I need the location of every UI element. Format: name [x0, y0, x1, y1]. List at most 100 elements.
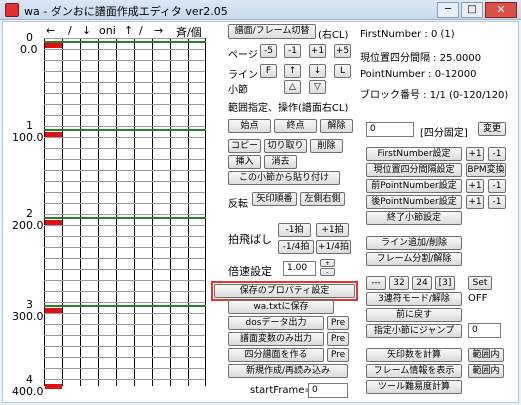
division-3-button[interactable]: [3] [435, 276, 455, 290]
page-label: ページ [228, 50, 258, 61]
line-down-button[interactable]: ↓ [309, 64, 326, 78]
jump-bar-input[interactable]: 0 [468, 323, 501, 338]
line-first-button[interactable]: F [260, 64, 277, 78]
highlight-box [211, 281, 358, 301]
quarter-preview-button[interactable]: Pre [327, 348, 349, 362]
cursor-marker [45, 308, 62, 313]
speed-spin-down-button[interactable]: - [320, 268, 335, 276]
measure-position: 300.0 [12, 310, 44, 323]
minimize-button[interactable]: ─ [437, 2, 459, 18]
next-point-set-button[interactable]: 後PointNumber設定 [366, 195, 462, 209]
copy-button[interactable]: コピー [228, 139, 261, 153]
frame-info-button[interactable]: フレーム情報を表示 [366, 364, 462, 378]
range-count-button[interactable]: 範囲内 [468, 348, 504, 362]
insert-button[interactable]: 挿入 [228, 155, 261, 169]
speed-label: 倍速設定 [228, 265, 272, 278]
lane-sep: / [68, 24, 72, 37]
chart-grid[interactable] [44, 38, 206, 389]
interval-info: 現位置四分間隔 : 25.0000 [360, 53, 482, 64]
first-number-minus1-button[interactable]: -1 [488, 147, 506, 161]
measure-line [44, 41, 206, 43]
line-up-button[interactable]: ↑ [284, 64, 301, 78]
lane-down-arrow: ↓ [82, 24, 92, 37]
page-minus1-button[interactable]: -1 [284, 44, 301, 58]
cursor-marker [45, 220, 62, 225]
frame-split-button[interactable]: フレーム分割/解除 [366, 252, 462, 266]
delete-button[interactable]: 削除 [310, 139, 343, 153]
first-number-info: FirstNumber : 0 (1) [360, 29, 455, 40]
clear-range-button[interactable]: 解除 [320, 119, 353, 133]
window-title: wa - ダンおに譜面作成エディタ ver2.05 [24, 5, 228, 18]
paste-from-bar-button[interactable]: この小節から貼り付け [228, 171, 340, 185]
bar-prev-button[interactable]: △ [284, 80, 301, 94]
line-add-delete-button[interactable]: ライン追加/削除 [366, 236, 462, 250]
cursor-marker [45, 384, 62, 389]
prev-point-plus1-button[interactable]: +1 [466, 179, 484, 193]
jump-to-bar-button[interactable]: 指定小節にジャンプ [366, 324, 462, 338]
range-frame-button[interactable]: 範囲内 [468, 364, 504, 378]
measure-line [44, 217, 206, 219]
measure-position: 0.0 [20, 43, 38, 56]
next-point-plus1-button[interactable]: +1 [466, 195, 484, 209]
prev-point-set-button[interactable]: 前PointNumber設定 [366, 179, 462, 193]
minus-quarter-beat-button[interactable]: -1/4拍 [278, 240, 314, 254]
minus-1-beat-button[interactable]: -1拍 [278, 223, 311, 237]
app-icon [5, 3, 19, 17]
difficulty-calc-button[interactable]: ツール難易度計算 [366, 380, 462, 394]
vars-output-button[interactable]: 譜面変数のみ出力 [228, 332, 324, 346]
end-point-button[interactable]: 終点 [274, 119, 317, 133]
line-last-button[interactable]: L [334, 64, 351, 78]
division-set-button[interactable]: Set [468, 276, 492, 290]
end-bar-set-button[interactable]: 終了小節設定 [366, 211, 462, 225]
division-32-button[interactable]: 32 [389, 276, 409, 290]
bpm-convert-button[interactable]: BPM変換 [466, 163, 506, 177]
triplet-status: OFF [468, 293, 488, 304]
value-input[interactable]: 0 [366, 122, 414, 137]
measure-line [44, 129, 206, 131]
range-label: 範囲指定、操作(譜面右CL) [228, 103, 349, 114]
lane-header: ← / ↓ oni ↑ / → 斉/個 [44, 24, 212, 39]
block-info: ブロック番号 : 1/1 (0-120/120) [360, 90, 509, 101]
page-plus5-button[interactable]: +5 [334, 44, 351, 58]
page-minus5-button[interactable]: -5 [260, 44, 277, 58]
next-point-minus1-button[interactable]: -1 [488, 195, 506, 209]
interval-set-button[interactable]: 現位置四分間隔設定 [366, 163, 462, 177]
point-number-info: PointNumber : 0-12000 [360, 69, 477, 80]
first-number-plus1-button[interactable]: +1 [466, 147, 484, 161]
count-arrows-button[interactable]: 矢印数を計算 [366, 348, 462, 362]
prev-point-minus1-button[interactable]: -1 [488, 179, 506, 193]
vars-preview-button[interactable]: Pre [327, 332, 349, 346]
quarter-chart-button[interactable]: 四分譜面を作る [228, 348, 324, 362]
bar-next-button[interactable]: ▽ [309, 80, 326, 94]
division-dash-button[interactable]: --- [366, 276, 386, 290]
plus-1-beat-button[interactable]: +1拍 [316, 223, 349, 237]
left-right-button[interactable]: 左側右側 [300, 192, 345, 206]
change-button[interactable]: 変更 [478, 122, 506, 136]
chart-frame-toggle-button[interactable]: 譜面/フレーム切替 [228, 24, 316, 39]
start-point-button[interactable]: 始点 [228, 119, 271, 133]
plus-quarter-beat-button[interactable]: +1/4拍 [316, 240, 351, 254]
save-wa-txt-button[interactable]: wa.txtに保存 [228, 300, 334, 314]
page-plus1-button[interactable]: +1 [309, 44, 326, 58]
undo-button[interactable]: 前に戻す [366, 308, 462, 322]
dos-output-button[interactable]: dosデータ出力 [228, 316, 324, 330]
dos-preview-button[interactable]: Pre [327, 316, 349, 330]
maximize-button[interactable]: □ [461, 2, 483, 18]
reverse-label: 反転 [228, 199, 248, 210]
arrow-order-button[interactable]: 矢印順番 [252, 192, 297, 206]
close-button[interactable]: ✕ [485, 2, 517, 18]
line-label: ライン [228, 70, 258, 81]
triplet-mode-button[interactable]: 3連符モード/解除 [366, 292, 462, 306]
lane-sep2: / [139, 24, 143, 37]
start-frame-input[interactable]: 0 [308, 383, 348, 398]
cut-button[interactable]: 切り取り [264, 139, 307, 153]
right-click-note: (右CL) [318, 30, 349, 41]
fixed-quarter-label: [四分固定] [420, 128, 468, 139]
speed-spin-up-button[interactable]: + [320, 259, 335, 267]
erase-button[interactable]: 消去 [264, 155, 297, 169]
first-number-set-button[interactable]: FirstNumber設定 [366, 147, 462, 161]
division-24-button[interactable]: 24 [412, 276, 432, 290]
new-reload-button[interactable]: 新規作成/再読み込み [228, 364, 348, 378]
cursor-marker [45, 43, 62, 48]
speed-input[interactable]: 1.00 [283, 261, 316, 276]
